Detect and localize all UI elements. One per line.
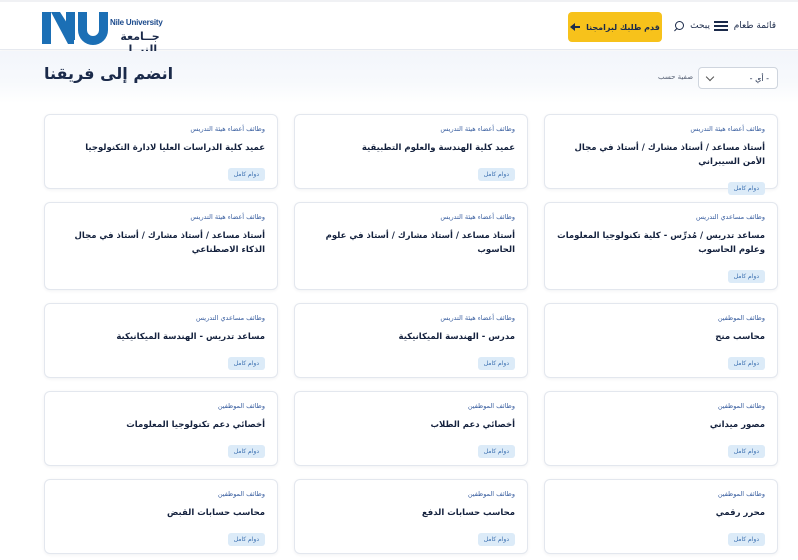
job-category: وظائف أعضاء هيئة التدريس — [440, 213, 515, 221]
job-card[interactable]: وظائف الموظفين محرر رقمي دوام كامل — [544, 479, 778, 554]
job-card[interactable]: وظائف أعضاء هيئة التدريس عميد كلية الهند… — [294, 114, 528, 189]
job-title: مساعد تدريس / مُدرِّس - كلية تكنولوجيا ا… — [557, 231, 765, 255]
job-title: محاسب حسابات القبض — [166, 508, 265, 518]
job-title: أخصائي دعم الطلاب — [430, 420, 515, 430]
job-category: وظائف مساعدي التدريس — [196, 314, 265, 322]
job-category: وظائف أعضاء هيئة التدريس — [440, 314, 515, 322]
job-title: أستاذ مساعد / أستاذ مشارك / أستاذ في علو… — [325, 231, 515, 255]
job-category: وظائف أعضاء هيئة التدريس — [190, 213, 265, 221]
job-type-badge: دوام كامل — [727, 357, 765, 370]
job-type-badge: دوام كامل — [727, 533, 765, 546]
job-type-badge: دوام كامل — [227, 445, 265, 458]
job-type-badge: دوام كامل — [227, 357, 265, 370]
job-card[interactable]: وظائف أعضاء هيئة التدريس أستاذ مساعد / أ… — [544, 114, 778, 195]
job-title: أستاذ مساعد / أستاذ مشارك / أستاذ في مجا… — [574, 143, 766, 167]
job-category: وظائف الموظفين — [217, 402, 265, 410]
job-card[interactable]: وظائف الموظفين محاسب حسابات الدفع دوام ك… — [294, 479, 528, 554]
job-title: محاسب حسابات الدفع — [421, 508, 515, 518]
job-card[interactable]: وظائف الموظفين أخصائي دعم تكنولوجيا المع… — [44, 391, 278, 466]
job-title: أخصائي دعم تكنولوجيا المعلومات — [126, 420, 265, 430]
job-category: وظائف الموظفين — [467, 490, 515, 498]
job-category: وظائف الموظفين — [717, 402, 765, 410]
job-type-badge: دوام كامل — [727, 182, 765, 195]
job-card[interactable]: وظائف الموظفين محاسب منح دوام كامل — [544, 303, 778, 378]
job-card[interactable]: وظائف أعضاء هيئة التدريس عميد كلية الدرا… — [44, 114, 278, 189]
job-title: محرر رقمي — [715, 508, 765, 518]
job-card[interactable]: وظائف أعضاء هيئة التدريس أستاذ مساعد / أ… — [44, 202, 278, 290]
job-category: وظائف الموظفين — [467, 402, 515, 410]
job-card[interactable]: وظائف الموظفين أخصائي دعم الطلاب دوام كا… — [294, 391, 528, 466]
job-type-badge: دوام كامل — [727, 270, 765, 283]
job-card[interactable]: وظائف الموظفين مصور ميداني دوام كامل — [544, 391, 778, 466]
job-category: وظائف أعضاء هيئة التدريس — [690, 125, 765, 133]
job-title: أستاذ مساعد / أستاذ مشارك / أستاذ في مجا… — [74, 231, 266, 255]
job-title: عميد كلية الهندسة والعلوم التطبيقية — [361, 143, 515, 153]
job-title: محاسب منح — [715, 332, 765, 342]
job-type-badge: دوام كامل — [477, 357, 515, 370]
job-card[interactable]: وظائف الموظفين محاسب حسابات القبض دوام ك… — [44, 479, 278, 554]
job-type-badge: دوام كامل — [227, 168, 265, 181]
job-type-badge: دوام كامل — [477, 445, 515, 458]
job-category: وظائف الموظفين — [717, 490, 765, 498]
job-category: وظائف مساعدي التدريس — [696, 213, 765, 221]
job-title: عميد كلية الدراسات العليا لادارة التكنول… — [85, 143, 265, 153]
job-title: مدرس - الهندسة الميكانيكية — [398, 332, 515, 342]
job-type-badge: دوام كامل — [477, 168, 515, 181]
job-title: مساعد تدريس - الهندسة الميكانيكية — [116, 332, 265, 342]
job-title: مصور ميداني — [709, 420, 765, 430]
job-type-badge: دوام كامل — [227, 533, 265, 546]
job-category: وظائف أعضاء هيئة التدريس — [190, 125, 265, 133]
job-category: وظائف الموظفين — [217, 490, 265, 498]
job-type-badge: دوام كامل — [477, 533, 515, 546]
job-card[interactable]: وظائف مساعدي التدريس مساعد تدريس / مُدرِ… — [544, 202, 778, 290]
job-type-badge: دوام كامل — [727, 445, 765, 458]
job-card[interactable]: وظائف أعضاء هيئة التدريس مدرس - الهندسة … — [294, 303, 528, 378]
job-card[interactable]: وظائف أعضاء هيئة التدريس أستاذ مساعد / أ… — [294, 202, 528, 290]
job-category: وظائف أعضاء هيئة التدريس — [440, 125, 515, 133]
jobs-grid: وظائف أعضاء هيئة التدريس أستاذ مساعد / أ… — [0, 0, 798, 560]
job-card[interactable]: وظائف مساعدي التدريس مساعد تدريس - الهند… — [44, 303, 278, 378]
job-category: وظائف الموظفين — [717, 314, 765, 322]
